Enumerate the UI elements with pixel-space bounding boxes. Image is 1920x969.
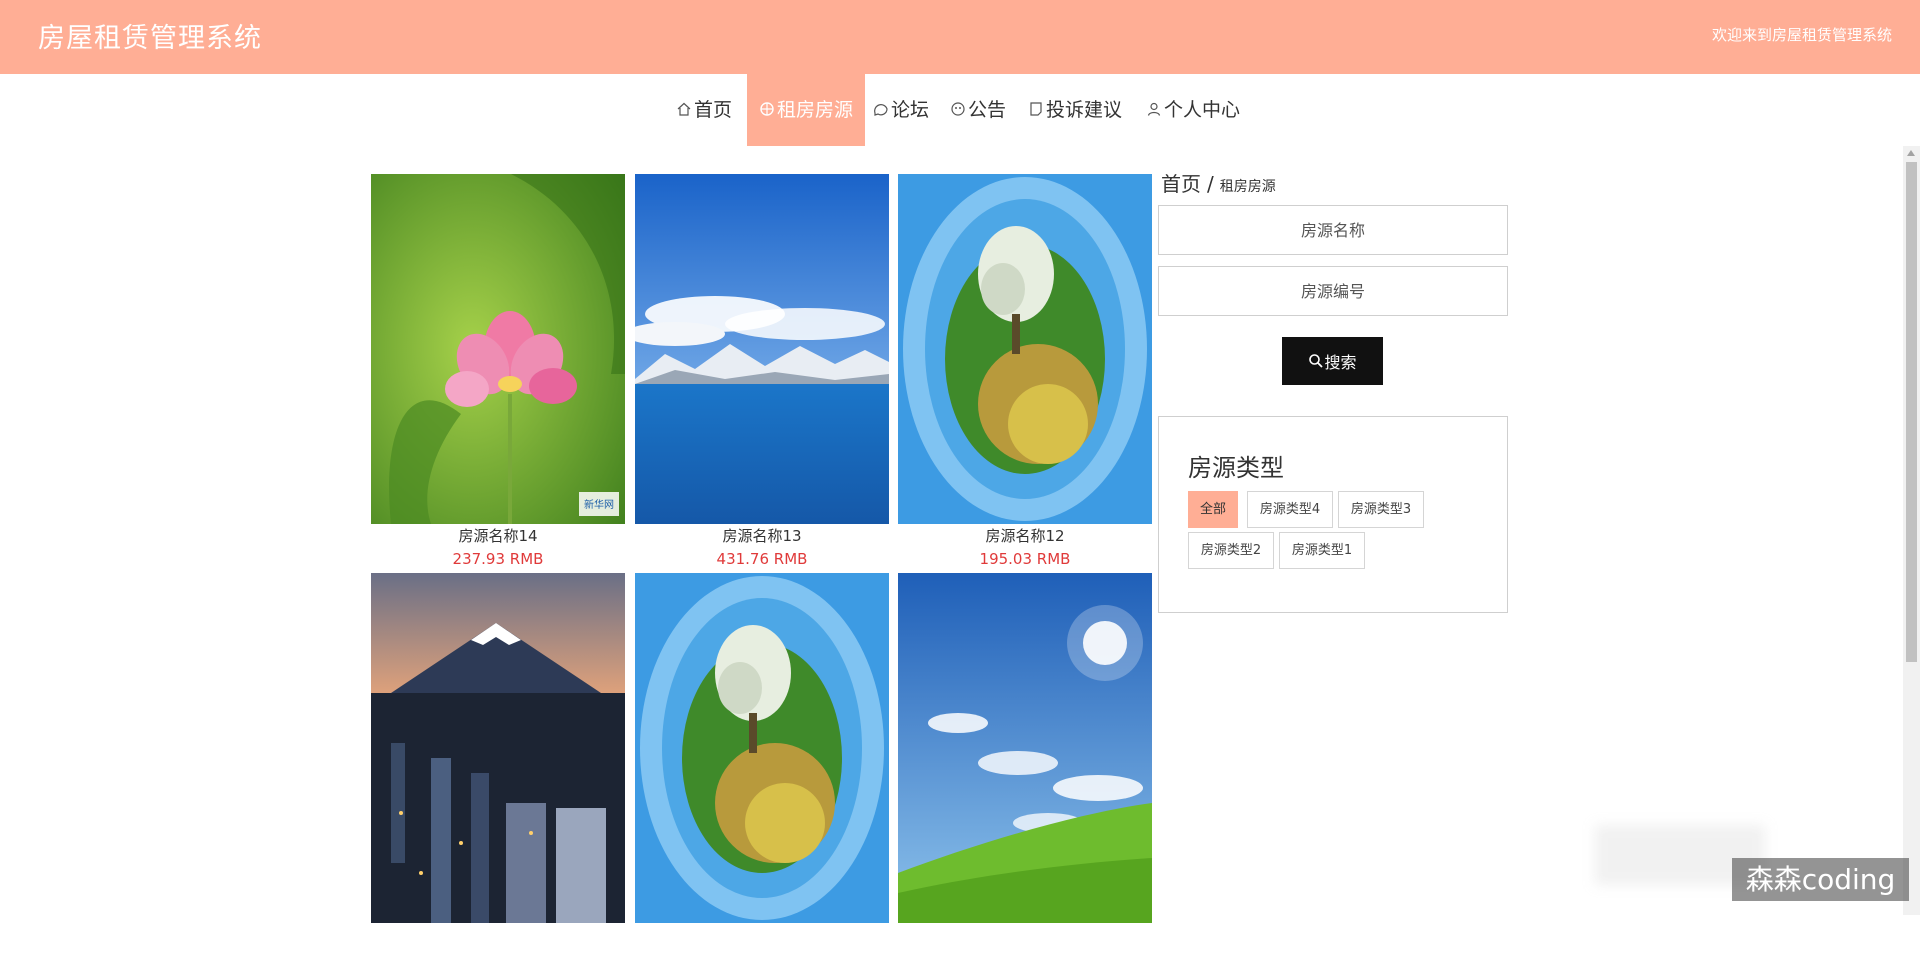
- note-icon: [1030, 102, 1042, 116]
- nav-item-home[interactable]: 首页: [676, 74, 732, 146]
- nav-label-complaint: 投诉建议: [1046, 99, 1123, 121]
- listing-image-lake[interactable]: [635, 174, 889, 524]
- listing-name[interactable]: [635, 923, 889, 947]
- welcome-text: 欢迎来到房屋租赁管理系统: [1711, 26, 1892, 44]
- breadcrumb-separator: /: [1207, 172, 1214, 196]
- listing-price: [635, 947, 889, 969]
- listing-name[interactable]: 房源名称14: [371, 524, 625, 548]
- listing-card[interactable]: 房源名称13 431.76 RMB: [635, 174, 889, 570]
- nav-item-forum[interactable]: 论坛: [873, 74, 929, 146]
- nav-item-profile[interactable]: 个人中心: [1146, 74, 1240, 146]
- listing-image-meadow[interactable]: [898, 573, 1152, 923]
- breadcrumb-home[interactable]: 首页: [1161, 172, 1201, 196]
- nav-item-rentals[interactable]: 租房房源: [747, 74, 866, 146]
- home-icon: [677, 102, 691, 116]
- nav-label-rentals: 租房房源: [777, 99, 854, 121]
- nav-item-notice[interactable]: 公告: [950, 74, 1006, 146]
- listing-type-panel: 房源类型 全部 房源类型4 房源类型3 房源类型2 房源类型1: [1158, 416, 1508, 613]
- main-nav: 首页 租房房源 论坛 公告 投诉建议 个人中心: [0, 74, 1920, 146]
- breadcrumb: 首页 / 租房房源: [1161, 168, 1276, 197]
- listing-image-tiny-planet[interactable]: [635, 573, 889, 923]
- listing-image-lotus[interactable]: 新华网: [371, 174, 625, 524]
- type-tag-3[interactable]: 房源类型3: [1338, 491, 1424, 528]
- listing-name[interactable]: [898, 923, 1152, 947]
- bell-icon: [951, 102, 965, 116]
- type-tag-all[interactable]: 全部: [1188, 491, 1238, 528]
- listing-name[interactable]: [371, 923, 625, 947]
- listing-price: 431.76 RMB: [716, 550, 808, 568]
- nav-item-complaint[interactable]: 投诉建议: [1028, 74, 1122, 146]
- chat-icon: [874, 104, 888, 116]
- listing-card[interactable]: [371, 573, 625, 969]
- app-title: 房屋租赁管理系统: [38, 23, 262, 54]
- listing-card[interactable]: [635, 573, 889, 969]
- type-tag-1[interactable]: 房源类型1: [1279, 532, 1365, 569]
- listing-price: 195.03 RMB: [979, 550, 1071, 568]
- listing-name[interactable]: 房源名称13: [635, 524, 889, 548]
- listing-name-search-input[interactable]: [1158, 205, 1508, 255]
- listing-code-search-input[interactable]: [1158, 266, 1508, 316]
- listing-price: 237.93 RMB: [452, 550, 544, 568]
- search-icon: [1309, 354, 1324, 368]
- listing-card[interactable]: [898, 573, 1152, 969]
- type-tag-4[interactable]: 房源类型4: [1247, 491, 1333, 528]
- top-header: 房屋租赁管理系统 欢迎来到房屋租赁管理系统: [0, 0, 1920, 74]
- grid-icon: [760, 102, 774, 116]
- listing-price: [898, 947, 1152, 969]
- listing-name[interactable]: 房源名称12: [898, 524, 1152, 548]
- page-scrollbar[interactable]: [1903, 146, 1920, 915]
- search-button[interactable]: 搜索: [1282, 337, 1383, 385]
- listing-card[interactable]: 房源名称12 195.03 RMB: [898, 174, 1152, 570]
- listing-card[interactable]: 新华网 房源名称14 237.93 RMB: [371, 174, 625, 570]
- user-icon: [1147, 102, 1161, 116]
- nav-label-profile: 个人中心: [1164, 99, 1241, 121]
- watermark: 森森coding: [1732, 858, 1909, 901]
- listing-image-mountain-city[interactable]: [371, 573, 625, 923]
- type-tag-2[interactable]: 房源类型2: [1188, 532, 1274, 569]
- scrollbar-thumb[interactable]: [1906, 162, 1917, 662]
- search-button-label: 搜索: [1324, 355, 1357, 372]
- svg-text:新华网: 新华网: [584, 498, 614, 511]
- breadcrumb-current: 租房房源: [1219, 179, 1276, 195]
- panel-title: 房源类型: [1188, 454, 1284, 482]
- nav-label-home: 首页: [694, 99, 733, 121]
- listing-price: [371, 947, 625, 969]
- nav-label-forum: 论坛: [891, 99, 930, 121]
- scroll-up-arrow-icon[interactable]: [1907, 150, 1915, 156]
- listing-image-tiny-planet[interactable]: [898, 174, 1152, 524]
- nav-label-notice: 公告: [968, 99, 1007, 121]
